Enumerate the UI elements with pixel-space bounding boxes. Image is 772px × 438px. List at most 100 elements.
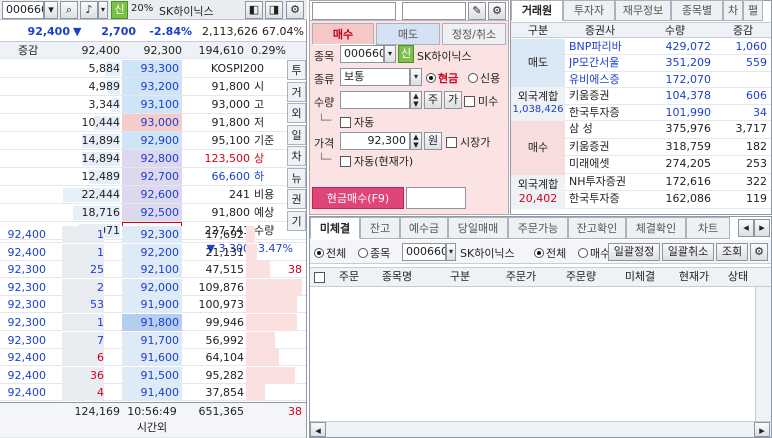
qty-max-button[interactable]: 가 [444,91,462,109]
orders-tab[interactable]: 주문가능 [508,217,568,239]
broker-row[interactable]: 한국투자증 101,990 34 [565,105,771,121]
orders-col-header[interactable]: 주문가 [492,269,550,285]
tab-buy[interactable]: 매수 [312,23,374,45]
bid-row[interactable]: 92,300 53 91,900 100,973 [0,296,306,314]
orders-col-header[interactable]: 주문량 [550,269,612,285]
orders-col-header[interactable]: 구분 [428,269,492,285]
filter-stock-radio[interactable]: 종목 [358,245,390,261]
side-tab[interactable]: 외 [287,103,306,123]
stock-code-input[interactable]: 000660 [2,1,44,19]
window-split-icon[interactable]: ◨ [265,1,283,19]
orders-tab[interactable]: 체결확인 [626,217,686,239]
bid-row[interactable]: 92,400 4 91,400 37,854 [0,384,306,402]
broker-row[interactable]: 삼 성 375,976 3,717 [565,121,771,139]
cash-buy-button[interactable]: 현금매수(F9) [312,187,404,209]
orders-code-dropdown[interactable]: ▾ [446,243,456,261]
search-icon[interactable]: ⌕ [60,1,78,19]
auto-current-price-checkbox[interactable]: 자동(현재가) [340,153,413,169]
broker-row[interactable]: JP모간서울 351,209 559 [565,55,771,72]
bid-row[interactable]: 92,400 6 91,600 64,104 [0,349,306,367]
broker-tab[interactable]: 펼 [743,0,763,21]
query-button[interactable]: 조회 [716,243,748,261]
cash-radio[interactable]: 현금 [426,70,458,86]
orders-tab[interactable]: 잔고확인 [568,217,626,239]
side-tab[interactable]: 권 [287,189,306,209]
broker-tab[interactable]: 거래원 [511,0,563,21]
bid-price[interactable]: 92,200 [122,243,182,261]
speaker-dropdown-button[interactable]: ▾ [98,1,108,19]
broker-row[interactable]: 유비에스증 172,070 [565,72,771,89]
side-tab[interactable]: 투 [287,60,306,80]
side-tab[interactable]: 일 [287,124,306,145]
order-type-dropdown[interactable]: ▾ [410,68,422,86]
qty-spinner[interactable]: ▲ ▼ [410,91,422,109]
orders-code-input[interactable]: 000660 [402,243,446,261]
broker-row[interactable]: NH투자증권 172,616 322 [565,174,771,192]
bid-row[interactable]: 92,400 1 92,200 21,131 [0,243,306,261]
tab-sell[interactable]: 매도 [376,23,440,45]
ask-price[interactable]: 93,300 [122,60,182,77]
bid-price[interactable]: 92,300 [122,226,182,243]
ask-price[interactable]: 92,900 [122,132,182,149]
orders-col-header[interactable]: 미체결 [612,269,668,285]
auto-qty-checkbox[interactable]: 자동 [340,114,374,130]
order-memo-field[interactable] [406,187,466,209]
ask-price[interactable]: 92,800 [122,150,182,167]
bid-price[interactable]: 91,500 [122,366,182,384]
orders-hscroll[interactable]: ◂ ▸ [310,421,771,437]
tabs-scroll-right[interactable]: ▸ [754,219,770,237]
ask-price[interactable]: 93,000 [122,114,182,131]
bid-row[interactable]: 92,300 2 92,000 109,876 [0,278,306,296]
broker-row[interactable]: BNP파리바 429,072 1,060 [565,39,771,56]
ask-price[interactable]: 92,700 [122,168,182,185]
bid-row[interactable]: 92,300 25 92,100 47,515 38 [0,261,306,279]
margin-checkbox[interactable]: 미수 [464,93,498,109]
side-all-radio[interactable]: 전체 [534,245,566,261]
bid-row[interactable]: 92,300 1 91,800 99,946 [0,314,306,331]
ask-price[interactable]: 93,100 [122,96,182,113]
account-select[interactable] [312,2,396,20]
bid-price[interactable]: 92,000 [122,278,182,296]
orders-vscroll[interactable] [755,287,771,421]
orders-col-header[interactable]: 상태 [720,269,756,285]
bid-price[interactable]: 91,700 [122,331,182,349]
bid-price[interactable]: 92,100 [122,261,182,279]
tab-modify-cancel[interactable]: 정정/취소 [442,23,506,45]
orders-tab[interactable]: 미체결 [310,217,360,239]
broker-row[interactable]: 미래에셋 274,205 253 [565,156,771,174]
price-input[interactable]: 92,300 [340,132,410,150]
ask-price[interactable]: 92,600 [122,186,182,203]
orders-col-header[interactable]: 주문 [332,269,366,285]
broker-tab[interactable]: 종목별 [671,0,723,21]
orders-col-header[interactable]: 현재가 [668,269,720,285]
bulk-cancel-btn[interactable]: 일괄취소 [662,243,714,261]
qty-input[interactable] [340,91,410,109]
orders-col-header[interactable]: 종목명 [366,269,428,285]
broker-row[interactable]: 한국투자증 162,086 119 [565,191,771,209]
order-type-select[interactable]: 보통 [340,68,410,86]
filter-all-radio[interactable]: 전체 [314,245,346,261]
edit-icon[interactable]: ✎ [468,2,486,20]
bid-row[interactable]: 92,300 7 91,700 56,992 [0,331,306,349]
won-button[interactable]: 원 [424,132,442,150]
orders-tab[interactable]: 예수금 [400,217,448,239]
bid-row[interactable]: 92,400 36 91,500 95,282 [0,366,306,384]
price-spinner[interactable]: ▲ ▼ [410,132,422,150]
side-tab[interactable]: 차 [287,146,306,166]
hscroll-left[interactable]: ◂ [310,422,326,437]
broker-row[interactable]: 키움증권 104,378 606 [565,88,771,105]
broker-tab[interactable]: 투자자 [563,0,615,21]
broker-tab[interactable]: 차 [723,0,743,21]
order-code-input[interactable]: 000660 [340,45,384,63]
bulk-modify-btn[interactable]: 일괄정정 [608,243,660,261]
ask-price[interactable]: 92,500 [122,204,182,221]
speaker-icon[interactable]: ♪ [80,1,98,19]
market-price-checkbox[interactable]: 시장가 [446,134,490,150]
bid-price[interactable]: 91,800 [122,314,182,331]
broker-tab[interactable]: 재무정보 [615,0,671,21]
hscroll-right[interactable]: ▸ [754,422,770,437]
side-tab[interactable]: 뉴 [287,167,306,188]
side-tab[interactable]: 거 [287,81,306,102]
broker-row[interactable]: 키움증권 318,759 182 [565,139,771,157]
window-tile-icon[interactable]: ◧ [245,1,263,19]
